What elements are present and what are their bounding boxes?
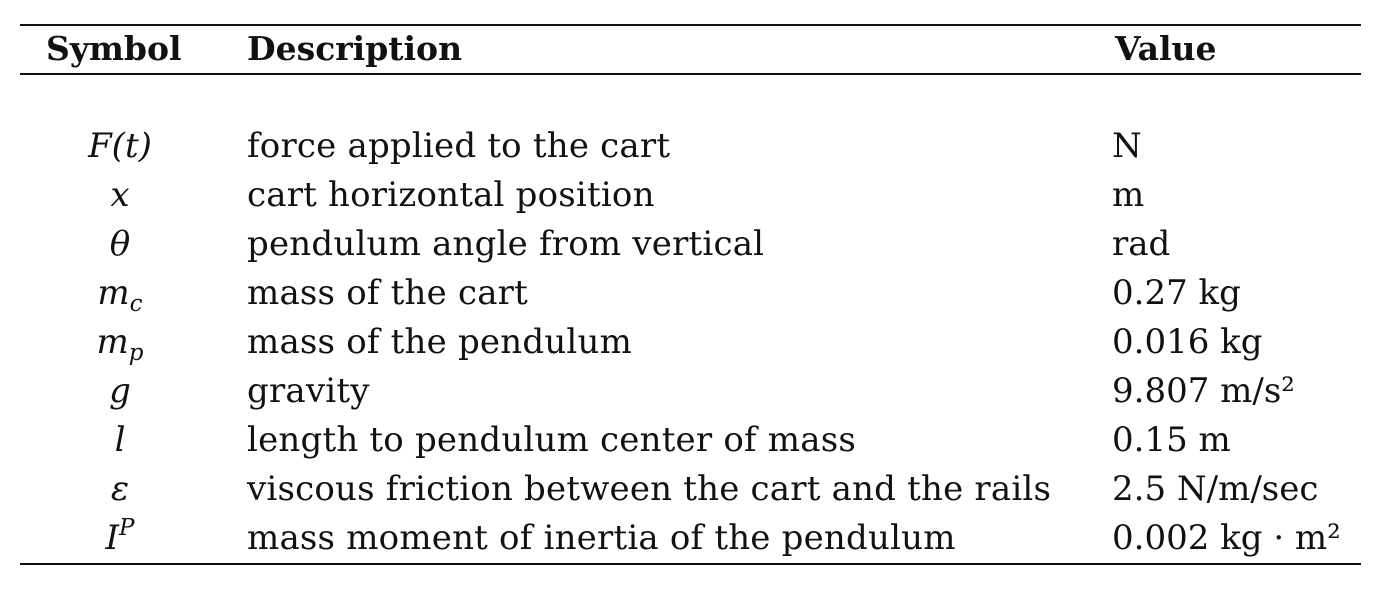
description-cell: mass of the cart (247, 273, 528, 313)
symbol-cell: F(t) (20, 122, 220, 171)
value-cell: 9.807 m/s² (1112, 371, 1295, 411)
table-row: IP mass moment of inertia of the pendulum… (20, 514, 1361, 563)
description-cell: gravity (247, 371, 370, 411)
symbol-cell: mc (20, 269, 220, 318)
table-row: θ pendulum angle from vertical rad (20, 220, 1361, 269)
symbol-base: l (114, 420, 126, 460)
description-cell: mass of the pendulum (247, 322, 633, 362)
description-cell: viscous friction between the cart and th… (247, 469, 1052, 509)
symbol-base: F(t) (88, 126, 152, 166)
symbol-cell: g (20, 367, 220, 416)
table-row: g gravity 9.807 m/s² (20, 367, 1361, 416)
table-row: x cart horizontal position m (20, 171, 1361, 220)
table-row: mc mass of the cart 0.27 kg (20, 269, 1361, 318)
value-cell: 0.27 kg (1112, 273, 1241, 313)
symbol-base: θ (109, 224, 131, 264)
table-row: mp mass of the pendulum 0.016 kg (20, 318, 1361, 367)
value-cell: 2.5 N/m/sec (1112, 469, 1319, 509)
symbol-cell: l (20, 416, 220, 465)
table-row: l length to pendulum center of mass 0.15 m (20, 416, 1361, 465)
description-cell: pendulum angle from vertical (247, 224, 765, 264)
header-description: Description (247, 29, 463, 68)
symbol-cell: mp (20, 318, 220, 367)
table-top-rule (20, 24, 1361, 26)
description-cell: force applied to the cart (247, 126, 671, 166)
table-bottom-rule (20, 563, 1361, 565)
symbol-cell: θ (20, 220, 220, 269)
header-symbol: Symbol (46, 29, 182, 68)
value-cell: rad (1112, 224, 1171, 264)
symbol-base: m (96, 322, 129, 362)
description-cell: mass moment of inertia of the pendulum (247, 518, 956, 558)
value-cell: m (1112, 175, 1145, 215)
value-cell: 0.15 m (1112, 420, 1231, 460)
symbol-base: g (109, 371, 131, 411)
value-cell: N (1112, 126, 1142, 166)
table-body: F(t) force applied to the cart Nx cart hori… (20, 122, 1361, 563)
symbol-base: x (110, 175, 130, 215)
symbol-base: I (105, 518, 119, 558)
value-cell: 0.002 kg · m² (1112, 518, 1341, 558)
table-header-row: Symbol Description Value (20, 27, 1361, 71)
symbol-cell: ε (20, 465, 220, 514)
description-cell: cart horizontal position (247, 175, 655, 215)
symbol-cell: x (20, 171, 220, 220)
symbol-base: m (97, 273, 130, 313)
table-row: F(t) force applied to the cart N (20, 122, 1361, 171)
symbol-base: ε (110, 469, 130, 509)
symbol-subscript: p (128, 340, 144, 366)
table-header-rule (20, 73, 1361, 75)
table-row: ε viscous friction between the cart and t… (20, 465, 1361, 514)
value-cell: 0.016 kg (1112, 322, 1263, 362)
symbol-subscript: c (129, 291, 143, 317)
symbol-superscript: P (118, 515, 135, 541)
description-cell: length to pendulum center of mass (247, 420, 857, 460)
header-value: Value (1115, 29, 1217, 68)
symbol-cell: IP (20, 514, 220, 563)
